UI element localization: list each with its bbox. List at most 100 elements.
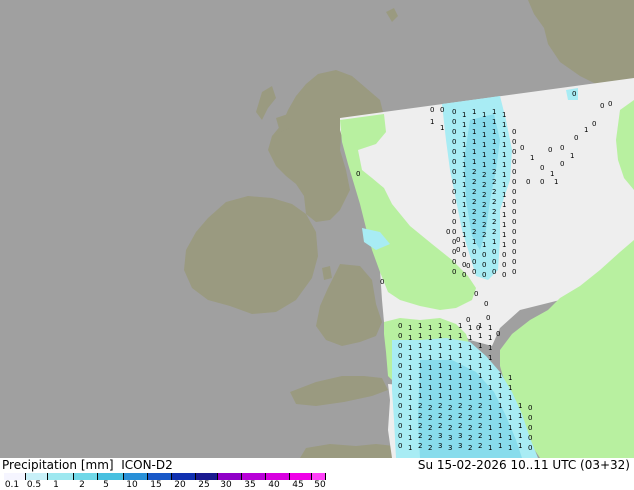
precip-value-label: 1 [468,364,472,372]
precip-value-label: 0 [492,258,496,266]
precip-value-label: 1 [438,392,442,400]
precip-value-label: 0 [398,432,402,440]
precip-value-label: 1 [502,241,506,249]
precip-value-label: 0 [528,414,532,422]
precip-value-label: 0 [512,178,516,186]
precip-value-label: 0 [452,188,456,196]
colorbar-tick-label: 40 [268,480,280,490]
colorbar-tick-label: 35 [244,480,256,490]
precip-value-label: 1 [502,211,506,219]
precip-value-label: 1 [438,362,442,370]
precip-value-label: 1 [584,126,588,134]
precip-value-label: 2 [468,404,472,412]
precip-value-label: 2 [418,422,422,430]
precip-value-label: 1 [488,344,492,352]
map-canvas: 0000000000000000011111111111111000111111… [0,0,634,458]
precip-value-label: 0 [398,352,402,360]
precip-value-label: 2 [482,201,486,209]
precip-value-label: 1 [502,171,506,179]
precip-value-label: 0 [496,330,500,338]
precip-value-label: 1 [408,344,412,352]
precip-value-label: 1 [502,191,506,199]
precip-value-label: 0 [472,258,476,266]
precip-value-label: 2 [478,402,482,410]
precip-value-label: 1 [472,138,476,146]
precip-value-label: 2 [478,432,482,440]
precip-value-label: 3 [458,432,462,440]
precip-value-label: 2 [472,188,476,196]
precip-value-label: 1 [518,422,522,430]
precip-value-label: 2 [472,208,476,216]
precip-value-label: 0 [452,178,456,186]
precip-value-label: 1 [488,324,492,332]
precipitation-map-view: 0000000000000000011111111111111000111111… [0,0,634,490]
precip-value-label: 0 [512,218,516,226]
precip-value-label: 3 [448,444,452,452]
precip-value-label: 0 [608,100,612,108]
colorbar-tick-label: 30 [220,480,232,490]
precip-value-label: 0 [492,248,496,256]
precip-value-label: 0 [472,268,476,276]
colorbar-swatch [172,473,196,480]
precip-value-label: 1 [508,424,512,432]
precip-value-label: 1 [440,124,444,132]
map-footer: Precipitation [mm] ICON-D2 Su 15-02-2026… [0,458,634,490]
precip-value-label: 2 [438,402,442,410]
precip-value-label: 0 [492,268,496,276]
precip-value-label: 1 [408,414,412,422]
precip-value-label: 0 [452,168,456,176]
precip-value-label: 1 [418,362,422,370]
precip-value-label: 1 [438,332,442,340]
precip-value-label: 0 [452,258,456,266]
precip-value-label: 2 [482,171,486,179]
precip-value-label: 1 [488,444,492,452]
precip-value-label: 2 [438,412,442,420]
precip-value-label: 2 [482,231,486,239]
precip-value-label: 1 [458,322,462,330]
precip-value-label: 1 [492,138,496,146]
colorbar-swatch [196,473,218,480]
precip-value-label: 1 [428,374,432,382]
precip-value-label: 0 [466,316,470,324]
precip-value-label: 1 [518,402,522,410]
precip-value-label: 1 [458,382,462,390]
colorbar-swatch [26,473,48,480]
precip-value-label: 1 [508,444,512,452]
precip-value-label: 1 [472,238,476,246]
precip-value-label: 0 [482,251,486,259]
precip-value-label: 0 [512,268,516,276]
precip-value-label: 1 [468,384,472,392]
precip-value-label: 2 [468,434,472,442]
precip-value-label: 1 [408,394,412,402]
precip-value-label: 1 [428,324,432,332]
precip-value-label: 1 [492,128,496,136]
precip-value-label: 0 [452,218,456,226]
precip-value-label: 2 [482,211,486,219]
precip-value-label: 1 [492,158,496,166]
colorbar-tick-label: 25 [198,480,210,490]
precip-value-label: 1 [530,154,534,162]
precip-value-label: 1 [462,241,466,249]
product-label: Precipitation [mm] [2,458,114,472]
precip-value-label: 1 [448,384,452,392]
precip-value-label: 2 [472,198,476,206]
precip-value-label: 0 [512,158,516,166]
precip-value-label: 0 [452,268,456,276]
precip-value-label: 0 [456,236,460,244]
model-name: ICON-D2 [121,458,173,472]
precip-value-label: 2 [478,412,482,420]
precip-value-label: 1 [408,384,412,392]
precip-value-label: 1 [438,342,442,350]
precip-value-label: 1 [462,141,466,149]
precip-value-label: 1 [502,151,506,159]
precip-value-label: 1 [462,151,466,159]
precip-value-label: 1 [498,402,502,410]
precip-value-label: 1 [458,342,462,350]
precip-value-label: 1 [492,238,496,246]
precip-value-label: 0 [398,342,402,350]
precip-value-label: 2 [418,432,422,440]
colorbar-tick-label: 20 [174,480,186,490]
precip-value-label: 2 [478,422,482,430]
precip-value-label: 1 [488,394,492,402]
precip-value-label: 1 [408,354,412,362]
